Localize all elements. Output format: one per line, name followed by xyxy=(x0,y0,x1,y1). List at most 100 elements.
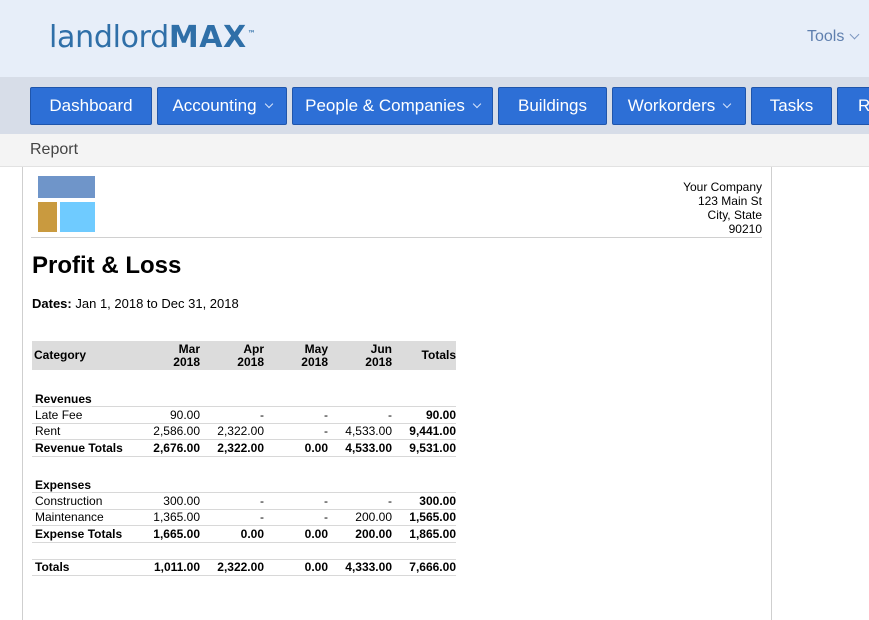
logo-block-cyan xyxy=(60,202,95,232)
tools-menu[interactable]: Tools xyxy=(807,28,860,46)
logo-block-gold xyxy=(38,202,57,232)
cell-may: - xyxy=(264,509,328,526)
company-street: 123 Main St xyxy=(697,194,762,208)
cell-jun: - xyxy=(328,492,392,510)
logo-block-top xyxy=(38,176,95,198)
table-row: Maintenance 1,365.00 - - 200.00 1,565.00 xyxy=(32,509,456,526)
row-name: Construction xyxy=(32,492,136,510)
nav-tasks[interactable]: Tasks xyxy=(751,87,832,125)
cell-total: 90.00 xyxy=(392,406,456,424)
header-mar: Mar 2018 xyxy=(136,341,200,370)
cell-mar: 2,586.00 xyxy=(136,423,200,440)
company-logo xyxy=(38,176,95,233)
grand-totals-row: Totals 1,011.00 2,322.00 0.00 4,333.00 7… xyxy=(32,559,456,576)
company-address: Your Company 123 Main St City, State 902… xyxy=(683,180,762,236)
tools-label: Tools xyxy=(807,28,845,45)
report-page: Your Company 123 Main St City, State 902… xyxy=(22,167,772,620)
cell-jun: 200.00 xyxy=(328,525,392,543)
nav-workorders-label: Workorders xyxy=(627,96,716,115)
section-label: Revenues xyxy=(32,387,456,407)
cell-mar: 300.00 xyxy=(136,492,200,510)
nav-workorders[interactable]: Workorders xyxy=(612,87,746,125)
nav-dashboard-label: Dashboard xyxy=(49,96,133,115)
revenue-totals-row: Revenue Totals 2,676.00 2,322.00 0.00 4,… xyxy=(32,439,456,457)
cell-apr: 2,322.00 xyxy=(200,439,264,457)
dates-label: Dates: xyxy=(32,296,72,311)
cell-apr: 0.00 xyxy=(200,525,264,543)
logo-text-light: landlord xyxy=(49,20,169,55)
cell-may: - xyxy=(264,406,328,424)
cell-mar: 90.00 xyxy=(136,406,200,424)
cell-mar: 1,365.00 xyxy=(136,509,200,526)
expense-totals-row: Expense Totals 1,665.00 0.00 0.00 200.00… xyxy=(32,525,456,543)
cell-apr: - xyxy=(200,509,264,526)
cell-apr: - xyxy=(200,492,264,510)
nav-people-label: People & Companies xyxy=(305,96,465,115)
header-divider xyxy=(31,237,762,238)
app-logo[interactable]: landlordMAX™ xyxy=(49,20,256,56)
nav-buildings-label: Buildings xyxy=(518,96,587,115)
profit-loss-table: Category Mar 2018 Apr 2018 May 2018 Jun 2018… xyxy=(32,341,456,576)
chevron-down-icon xyxy=(849,29,860,40)
cell-mar: 2,676.00 xyxy=(136,439,200,457)
nav-accounting[interactable]: Accounting xyxy=(157,87,287,125)
nav-buildings[interactable]: Buildings xyxy=(498,87,607,125)
row-name: Expense Totals xyxy=(32,525,136,543)
cell-apr: 2,322.00 xyxy=(200,559,264,576)
cell-mar: 1,665.00 xyxy=(136,525,200,543)
report-dates: Dates: Jan 1, 2018 to Dec 31, 2018 xyxy=(32,296,239,311)
cell-total: 1,565.00 xyxy=(392,509,456,526)
spacer-row xyxy=(32,542,456,560)
row-name: Maintenance xyxy=(32,509,136,526)
section-expenses: Expenses xyxy=(32,473,456,493)
header-totals: Totals xyxy=(392,341,456,370)
company-city: City, State xyxy=(707,208,762,222)
header-jun: Jun 2018 xyxy=(328,341,392,370)
cell-total: 300.00 xyxy=(392,492,456,510)
main-nav: Dashboard Accounting People & Companies … xyxy=(0,77,869,134)
cell-jun: 4,533.00 xyxy=(328,423,392,440)
cell-apr: 2,322.00 xyxy=(200,423,264,440)
table-row: Rent 2,586.00 2,322.00 - 4,533.00 9,441.… xyxy=(32,423,456,440)
nav-reports[interactable]: Re xyxy=(837,87,869,125)
nav-dashboard[interactable]: Dashboard xyxy=(30,87,152,125)
table-row: Late Fee 90.00 - - - 90.00 xyxy=(32,406,456,424)
row-name: Revenue Totals xyxy=(32,439,136,457)
row-name: Late Fee xyxy=(32,406,136,424)
row-name: Rent xyxy=(32,423,136,440)
cell-may: - xyxy=(264,423,328,440)
header-apr: Apr 2018 xyxy=(200,341,264,370)
cell-jun: 4,533.00 xyxy=(328,439,392,457)
logo-trademark: ™ xyxy=(247,29,256,38)
spacer-row xyxy=(32,370,456,387)
cell-may: 0.00 xyxy=(264,559,328,576)
spacer-row xyxy=(32,456,456,473)
company-name: Your Company xyxy=(683,180,762,194)
logo-text-bold: MAX xyxy=(168,20,247,55)
header-category: Category xyxy=(32,341,136,370)
chevron-down-icon xyxy=(264,99,273,109)
cell-jun: 4,333.00 xyxy=(328,559,392,576)
header-may: May 2018 xyxy=(264,341,328,370)
section-revenues: Revenues xyxy=(32,387,456,407)
page-header-bar: Report xyxy=(0,134,869,167)
nav-reports-label: Re xyxy=(858,96,869,115)
cell-may: - xyxy=(264,492,328,510)
cell-may: 0.00 xyxy=(264,525,328,543)
cell-mar: 1,011.00 xyxy=(136,559,200,576)
cell-total: 9,531.00 xyxy=(392,439,456,457)
cell-total: 9,441.00 xyxy=(392,423,456,440)
cell-may: 0.00 xyxy=(264,439,328,457)
cell-total: 7,666.00 xyxy=(392,559,456,576)
chevron-down-icon xyxy=(723,99,732,109)
cell-apr: - xyxy=(200,406,264,424)
cell-jun: 200.00 xyxy=(328,509,392,526)
cell-total: 1,865.00 xyxy=(392,525,456,543)
table-header-row: Category Mar 2018 Apr 2018 May 2018 Jun 2018… xyxy=(32,341,456,370)
section-label: Expenses xyxy=(32,473,456,493)
cell-jun: - xyxy=(328,406,392,424)
company-zip: 90210 xyxy=(728,222,762,236)
row-name: Totals xyxy=(32,559,136,576)
chevron-down-icon xyxy=(472,99,482,109)
nav-people-companies[interactable]: People & Companies xyxy=(292,87,493,125)
